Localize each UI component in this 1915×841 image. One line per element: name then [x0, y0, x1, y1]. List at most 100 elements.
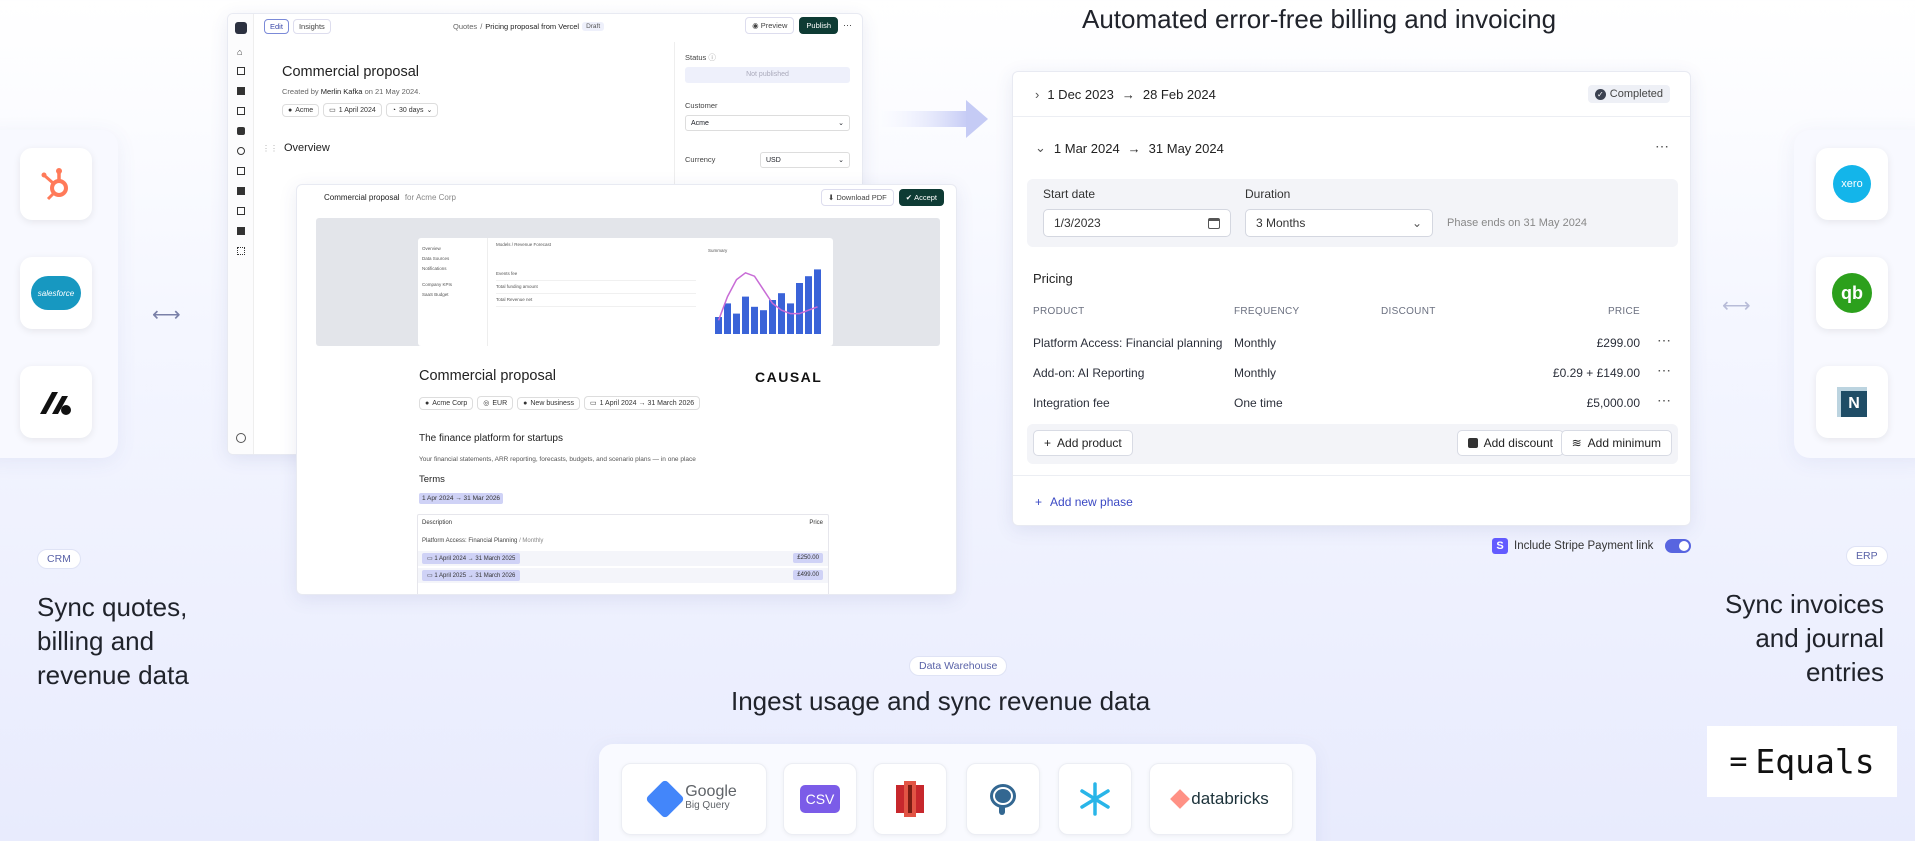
rail-bank-icon[interactable] — [237, 227, 245, 235]
add-product-button[interactable]: + Add product — [1033, 430, 1133, 456]
editor-created: Created by Merlin Kafka on 21 May 2024. — [282, 87, 420, 96]
postgres-logo[interactable] — [966, 763, 1040, 835]
inner-row-1: Events fee — [496, 268, 696, 281]
status-value: Not published — [685, 67, 850, 83]
phase-2-arrow: → — [1127, 140, 1141, 156]
row-2-frequency: Monthly — [1234, 366, 1277, 380]
row-1-more-icon[interactable]: ⋯ — [1657, 332, 1672, 349]
editor-chips: ● Acme ▭ 1 April 2024 ◔ 30 days ⌄ — [282, 103, 439, 117]
phase-2-more-icon[interactable]: ⋯ — [1655, 138, 1670, 155]
phase-1-end: 28 Feb 2024 — [1142, 87, 1216, 102]
start-date-input[interactable]: 1/3/2023 — [1043, 209, 1231, 237]
pricing-row-2[interactable]: Add-on: AI Reporting Monthly £0.29 + £14… — [1013, 362, 1690, 392]
currency-select[interactable]: USD ⌄ — [760, 152, 850, 168]
rail-users-icon[interactable] — [237, 147, 245, 155]
netsuite-tile[interactable]: N — [1816, 366, 1888, 438]
csv-logo[interactable]: CSV — [783, 763, 857, 835]
pricing-actions: + Add product Add discount ≋ Add minimum — [1027, 424, 1678, 464]
databricks-logo[interactable]: databricks — [1149, 763, 1293, 835]
pricing-row-1[interactable]: Platform Access: Financial planning Mont… — [1013, 332, 1690, 362]
chip-date[interactable]: ▭ 1 April 2024 — [323, 103, 382, 117]
phase-1-header[interactable]: › 1 Dec 2023 → 28 Feb 2024 — [1035, 87, 1216, 102]
tag-icon: ● — [523, 399, 528, 407]
attio-tile[interactable] — [20, 366, 92, 438]
erp-line-2: and journal — [1755, 623, 1884, 653]
accept-button[interactable]: ✔ Accept — [898, 189, 944, 206]
drag-handle-icon[interactable]: ⋮⋮ — [262, 144, 278, 153]
csv-icon: CSV — [799, 785, 841, 813]
inner-chart-bar — [805, 276, 812, 334]
xero-icon: xero — [1833, 165, 1871, 203]
duration-select[interactable]: 3 Months ⌄ — [1245, 209, 1433, 237]
download-pdf-button[interactable]: ⬇ Download PDF — [821, 189, 894, 206]
snowflake-logo[interactable] — [1058, 763, 1132, 835]
inner-sidebar: Overview Data Sources Notifications Comp… — [418, 238, 488, 346]
crm-line-3: revenue data — [37, 660, 189, 690]
erp-tag: ERP — [1846, 546, 1888, 566]
publish-button[interactable]: Publish — [799, 17, 838, 34]
chip-terms[interactable]: ◔ 30 days ⌄ — [385, 103, 439, 117]
chip-currency[interactable]: ◎ EUR — [477, 396, 514, 410]
row-description: Platform Access: Financial Planning / Mo… — [422, 538, 543, 544]
rail-grid-icon[interactable] — [237, 167, 245, 175]
rail-inbox-icon[interactable] — [237, 207, 245, 215]
pricing-row-3[interactable]: Integration fee One time £5,000.00 ⋯ — [1013, 392, 1690, 422]
bigquery-subtext: Big Query — [685, 800, 730, 811]
phase-1-arrow: → — [1121, 87, 1135, 102]
phase-2-header[interactable]: ⌄ 1 Mar 2024 → 31 May 2024 — [1035, 140, 1224, 156]
s3-logo[interactable] — [873, 763, 947, 835]
customer-select[interactable]: Acme ⌄ — [685, 115, 850, 131]
more-icon[interactable]: ⋯ — [843, 20, 852, 31]
rail-chart-icon[interactable] — [237, 87, 245, 95]
rail-doc-icon[interactable] — [237, 107, 245, 115]
preview-button[interactable]: ◉ Preview — [745, 17, 795, 34]
phase-2-end: 31 May 2024 — [1148, 140, 1224, 156]
crm-line-1: Sync quotes, — [37, 592, 188, 622]
rail-box-icon[interactable] — [237, 127, 245, 135]
currency-icon: ◎ — [483, 400, 490, 407]
duration-label: Duration — [1245, 187, 1291, 201]
breadcrumb-root[interactable]: Quotes — [453, 22, 477, 31]
bigquery-logo[interactable]: Google Big Query — [621, 763, 767, 835]
add-minimum-label: Add minimum — [1587, 436, 1661, 450]
bigquery-icon — [645, 779, 686, 819]
chip-type[interactable]: ● New business — [517, 396, 580, 410]
rail-home-icon[interactable]: ⌂ — [237, 47, 242, 57]
chip-acme[interactable]: ● Acme Corp — [419, 396, 474, 410]
tab-edit[interactable]: Edit — [264, 19, 289, 34]
equals-brand: = Equals — [1707, 726, 1897, 797]
add-discount-button[interactable]: Add discount — [1456, 430, 1564, 456]
col-description: Description — [422, 520, 453, 526]
stripe-icon: S — [1492, 538, 1508, 554]
xero-tile[interactable]: xero — [1816, 148, 1888, 220]
add-new-phase-button[interactable]: + Add new phase — [1035, 495, 1133, 509]
period-row-2: ▭ 1 April 2025 → 31 March 2026 £499.00 — [418, 568, 828, 583]
row-2-more-icon[interactable]: ⋯ — [1657, 362, 1672, 379]
hubspot-tile[interactable] — [20, 148, 92, 220]
rail-calendar-icon[interactable] — [237, 67, 245, 75]
customer-value: Acme — [691, 119, 709, 127]
accept-label: Accept — [914, 193, 937, 202]
completed-badge: ✓ Completed — [1587, 85, 1670, 103]
rail-card-icon[interactable] — [237, 187, 245, 195]
rail-help-icon[interactable] — [236, 433, 246, 443]
chip-range[interactable]: ▭ 1 April 2024 → 31 March 2026 — [583, 396, 701, 410]
quickbooks-tile[interactable]: qb — [1816, 257, 1888, 329]
chip-company[interactable]: ● Acme — [282, 103, 320, 117]
tab-insights[interactable]: Insights — [292, 19, 331, 34]
salesforce-tile[interactable]: salesforce — [20, 257, 92, 329]
stripe-toggle[interactable] — [1665, 539, 1692, 553]
inner-chart-bar — [733, 313, 740, 334]
row-2-price: £0.29 + £149.00 — [1552, 366, 1640, 380]
chip-range-label: 1 April 2024 → 31 March 2026 — [599, 399, 695, 407]
equals-name: Equals — [1755, 742, 1875, 781]
proposal-top-for: for Acme Corp — [404, 193, 456, 202]
col-price: Price — [809, 520, 823, 526]
add-minimum-button[interactable]: ≋ Add minimum — [1560, 430, 1672, 456]
inner-chart-bar — [724, 303, 731, 334]
phase-divider — [1013, 116, 1690, 117]
layers-icon: ≋ — [1571, 436, 1582, 450]
inner-crumb: Models / Revenue Forecast — [496, 242, 552, 247]
row-3-more-icon[interactable]: ⋯ — [1657, 392, 1672, 409]
rail-apps-icon[interactable] — [237, 247, 245, 255]
